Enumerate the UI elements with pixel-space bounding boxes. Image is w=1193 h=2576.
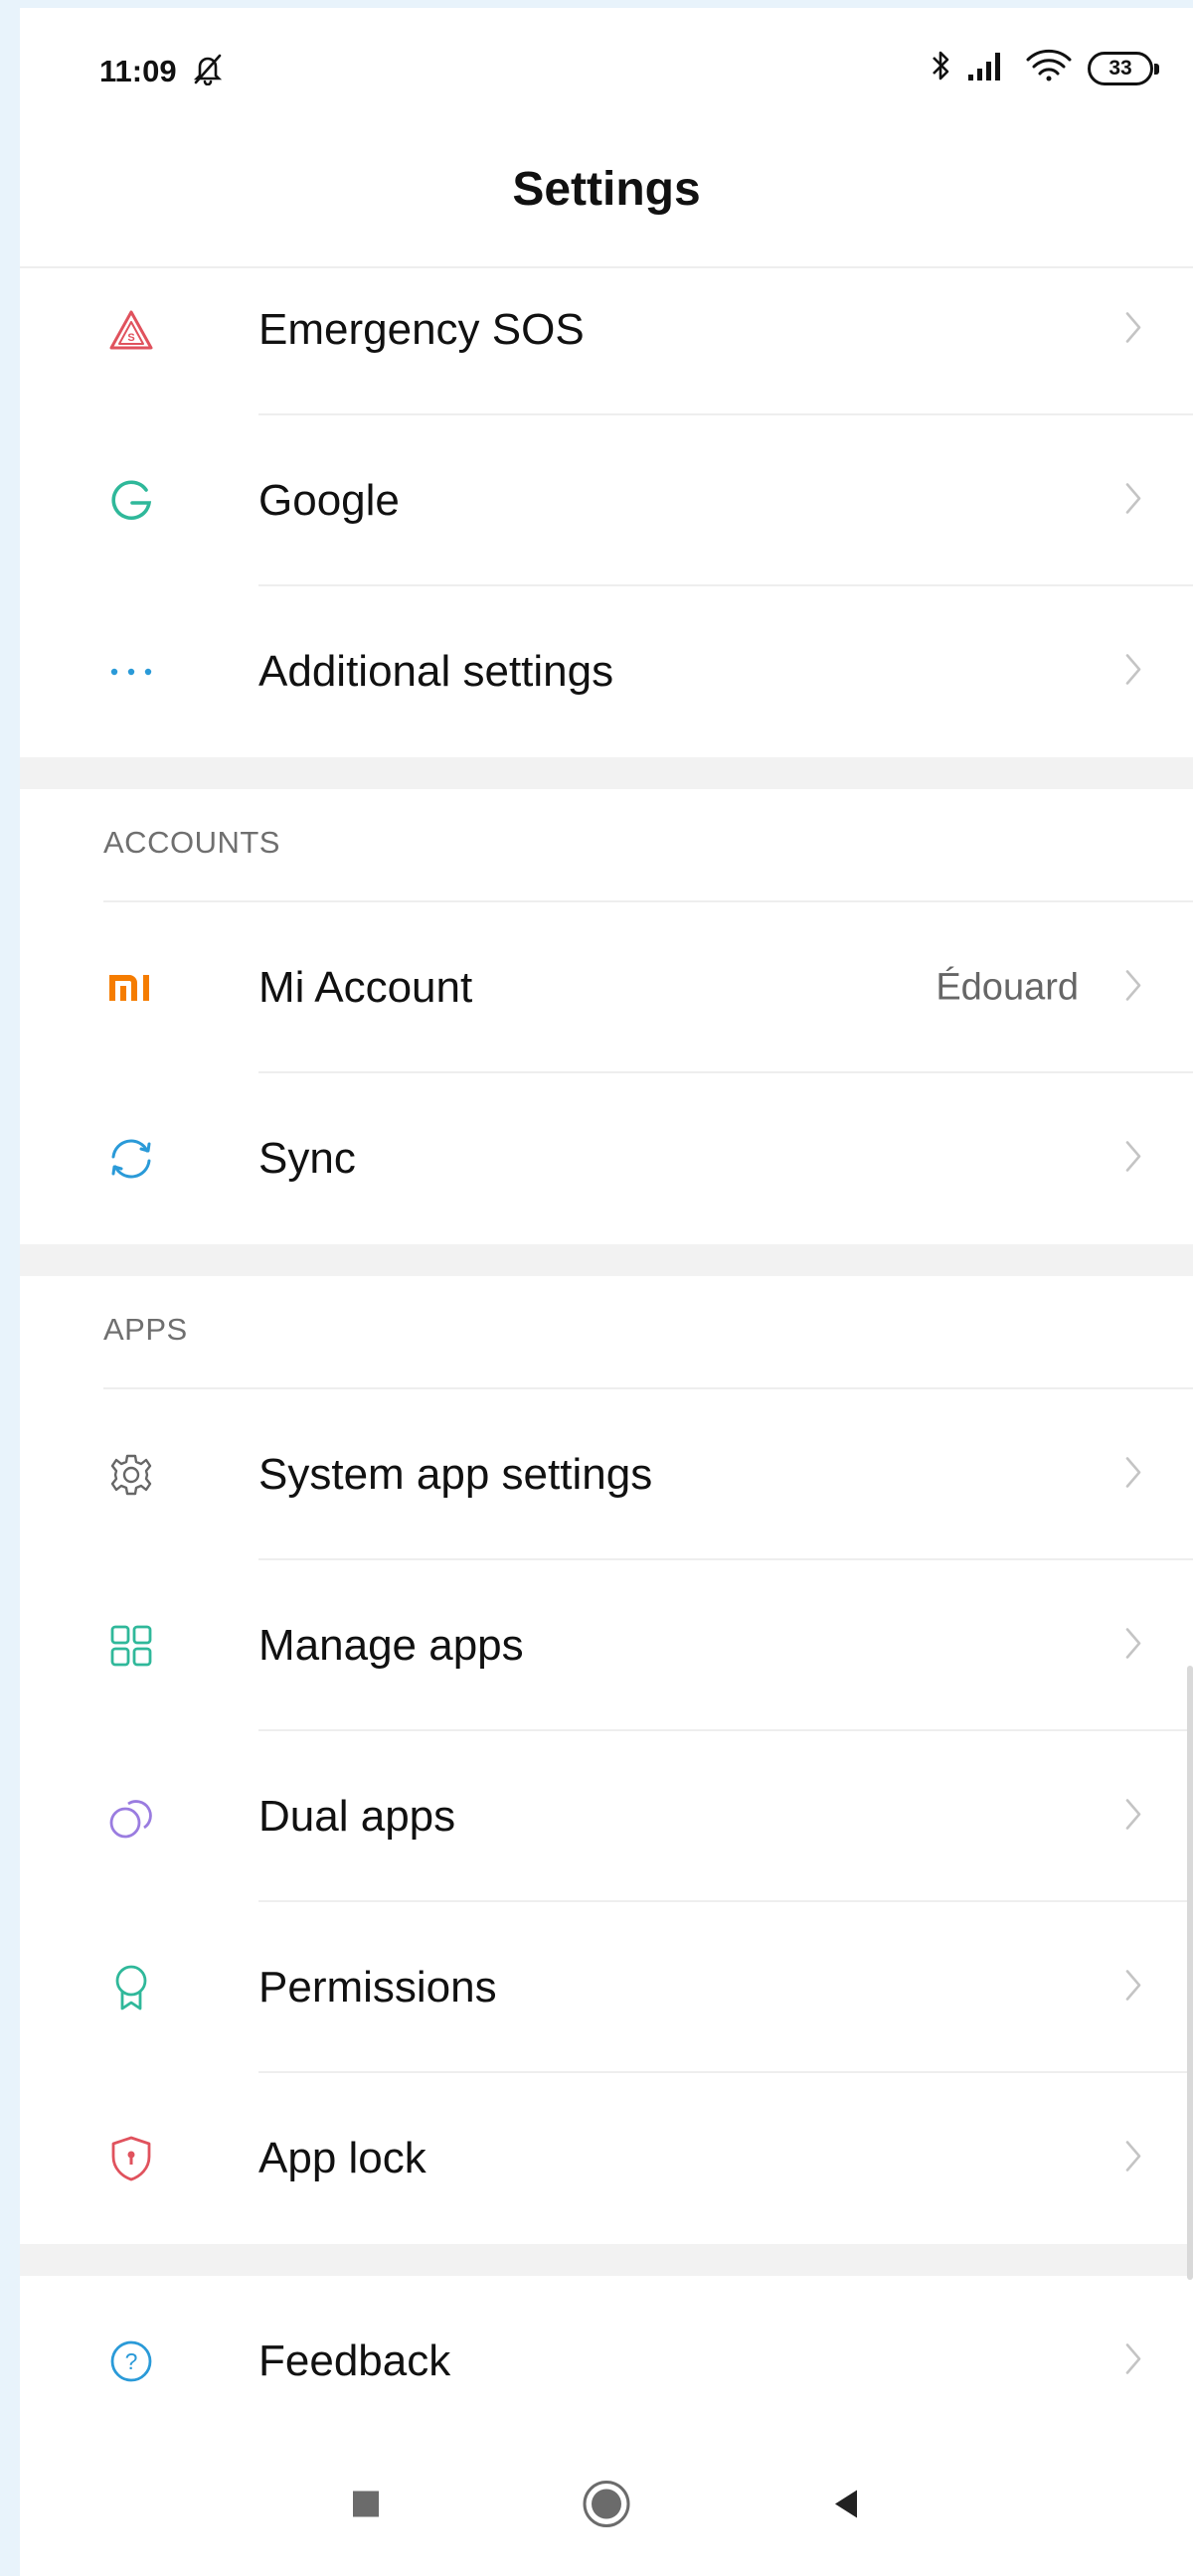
svg-text:S: S: [127, 332, 134, 344]
chevron-right-icon: [1123, 1455, 1143, 1496]
item-label: Mi Account: [258, 963, 473, 1012]
settings-item-dual-apps[interactable]: Dual apps: [20, 1731, 1193, 1902]
navigation-bar: [20, 2437, 1193, 2576]
settings-item-feedback[interactable]: ? Feedback: [20, 2276, 1193, 2447]
section-header-accounts: ACCOUNTS: [103, 825, 280, 860]
chevron-right-icon: [1123, 1139, 1143, 1180]
permissions-icon: [103, 1960, 159, 2015]
chevron-right-icon: [1123, 310, 1143, 351]
settings-item-permissions[interactable]: Permissions: [20, 1902, 1193, 2073]
chevron-right-icon: [1123, 1626, 1143, 1667]
settings-item-app-lock[interactable]: App lock: [20, 2073, 1193, 2244]
shield-icon: [103, 2131, 159, 2186]
chevron-right-icon: [1123, 652, 1143, 693]
settings-item-manage-apps[interactable]: Manage apps: [20, 1560, 1193, 1731]
chevron-right-icon: [1123, 481, 1143, 522]
sync-icon: [103, 1131, 159, 1187]
settings-item-system-app-settings[interactable]: System app settings: [20, 1389, 1193, 1560]
item-label: App lock: [258, 2134, 426, 2182]
chevron-right-icon: [1123, 1797, 1143, 1838]
item-label: Emergency SOS: [258, 305, 585, 354]
chevron-right-icon: [1123, 2341, 1143, 2382]
item-label: Sync: [258, 1134, 356, 1183]
status-time: 11:09: [99, 54, 177, 88]
dual-apps-icon: [103, 1789, 159, 1845]
section-header-apps: APPS: [103, 1312, 188, 1347]
gear-icon: [103, 1447, 159, 1503]
scrollbar[interactable]: [1187, 1666, 1193, 2280]
wifi-icon: [1024, 48, 1074, 88]
battery-icon: 33: [1088, 51, 1159, 85]
page-title: Settings: [512, 163, 701, 216]
bluetooth-icon: [931, 48, 952, 88]
section-separator: [20, 1244, 1193, 1276]
settings-screen: 11:09 33 Settings S Emergency SOS Google…: [20, 8, 1193, 2576]
item-label: Permissions: [258, 1963, 497, 2012]
settings-item-additional-settings[interactable]: Additional settings: [20, 586, 1193, 757]
back-button[interactable]: [829, 2487, 865, 2527]
emergency-sos-icon: S: [103, 302, 159, 358]
status-bar: 11:09 33: [20, 8, 1193, 147]
help-icon: ?: [103, 2334, 159, 2389]
section-separator: [20, 757, 1193, 789]
chevron-right-icon: [1123, 968, 1143, 1009]
section-separator: [20, 2244, 1193, 2276]
google-icon: [103, 473, 159, 529]
settings-item-google[interactable]: Google: [20, 415, 1193, 586]
item-label: Additional settings: [258, 647, 614, 696]
home-button[interactable]: [581, 2479, 632, 2535]
system-icons: 33: [931, 48, 1159, 88]
account-name-value: Édouard: [936, 966, 1079, 1009]
item-label: System app settings: [258, 1450, 653, 1499]
svg-text:?: ?: [125, 2348, 138, 2374]
chevron-right-icon: [1123, 2139, 1143, 2179]
do-not-disturb-icon: [191, 52, 225, 90]
chevron-right-icon: [1123, 1968, 1143, 2009]
settings-item-mi-account[interactable]: Mi Account Édouard: [20, 902, 1193, 1073]
item-label: Feedback: [258, 2336, 451, 2385]
grid-icon: [103, 1618, 159, 1674]
settings-item-emergency-sos[interactable]: S Emergency SOS: [20, 244, 1193, 415]
item-label: Dual apps: [258, 1792, 456, 1841]
signal-icon: [966, 49, 1010, 87]
item-label: Google: [258, 476, 400, 525]
more-icon: [103, 644, 159, 700]
settings-item-sync[interactable]: Sync: [20, 1073, 1193, 1244]
recents-button[interactable]: [348, 2487, 384, 2527]
item-label: Manage apps: [258, 1621, 524, 1670]
mi-logo-icon: [103, 960, 159, 1016]
